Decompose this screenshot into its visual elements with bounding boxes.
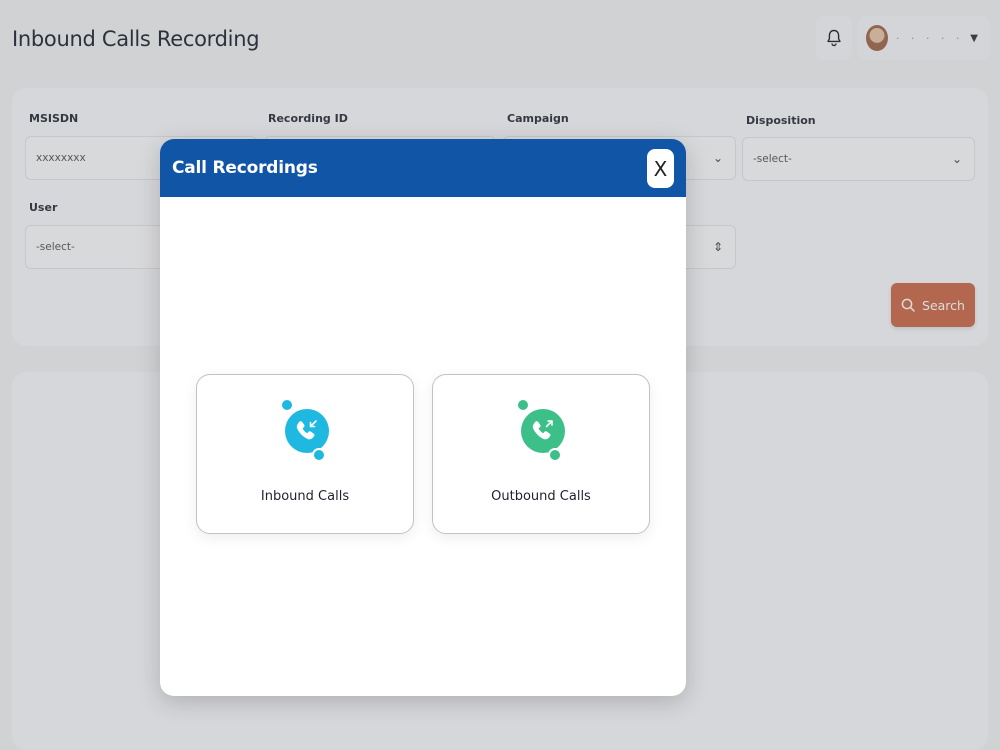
outgoing-call-icon [517, 397, 569, 469]
outbound-calls-label: Outbound Calls [491, 489, 591, 504]
close-button[interactable]: X [647, 149, 674, 188]
close-icon: X [653, 156, 668, 181]
modal-title: Call Recordings [172, 158, 318, 178]
incoming-call-icon [281, 397, 333, 469]
outbound-calls-card[interactable]: Outbound Calls [432, 374, 650, 534]
modal-header: Call Recordings X [160, 139, 686, 197]
inbound-calls-label: Inbound Calls [260, 489, 350, 504]
inbound-calls-card[interactable]: Inbound Calls [196, 374, 414, 534]
call-recordings-modal: Call Recordings X Inbound Calls Outbound… [160, 139, 686, 696]
